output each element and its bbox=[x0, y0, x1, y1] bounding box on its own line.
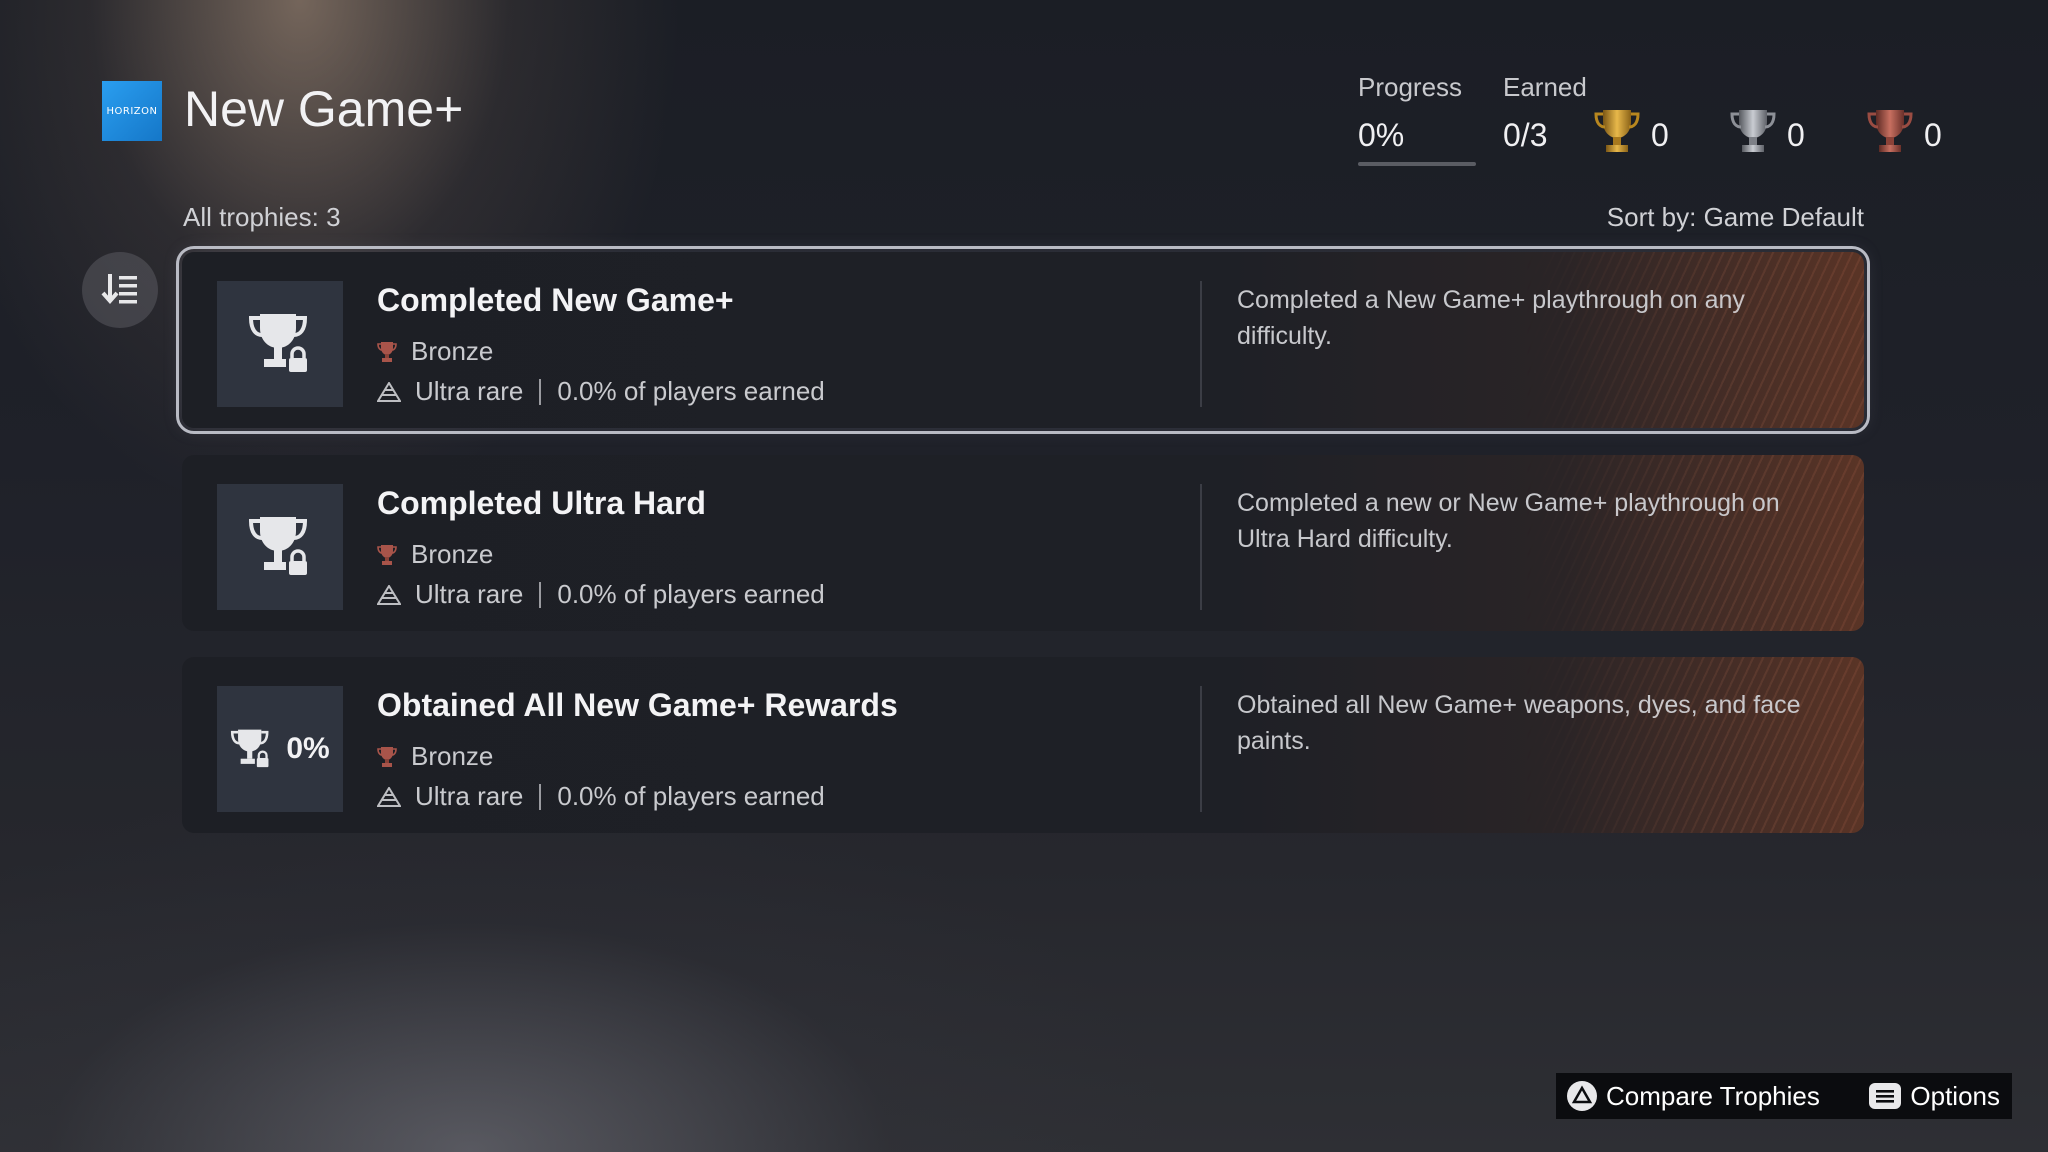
divider bbox=[1200, 281, 1202, 407]
separator bbox=[539, 783, 542, 810]
trophy-card[interactable]: 0% Obtained All New Game+ Rewards Bronze… bbox=[182, 657, 1864, 833]
options-button-icon bbox=[1869, 1083, 1902, 1109]
progress-value: 0% bbox=[1358, 117, 1405, 153]
separator bbox=[539, 581, 542, 608]
trophy-grade: Bronze bbox=[377, 741, 493, 772]
trophy-progress: 0% bbox=[286, 732, 330, 765]
progress-label: Progress bbox=[1358, 72, 1463, 102]
trophy-rarity: Ultra rare 0.0% of players earned bbox=[377, 376, 825, 407]
game-logo-text: HORIZON bbox=[106, 105, 158, 117]
trophy-grade-label: Bronze bbox=[411, 539, 494, 569]
trophy-card[interactable]: Completed Ultra Hard Bronze Ultra rare 0… bbox=[182, 455, 1864, 631]
rarity-icon bbox=[377, 584, 401, 605]
sort-button[interactable] bbox=[82, 252, 158, 328]
options-button[interactable]: Options bbox=[1868, 1081, 2000, 1112]
trophy-title: Completed Ultra Hard bbox=[377, 485, 706, 521]
bronze-trophy-icon bbox=[377, 341, 397, 362]
trophy-description: Completed a New Game+ playthrough on any… bbox=[1237, 286, 1745, 350]
earned-label: Earned bbox=[1503, 72, 1587, 102]
divider bbox=[1200, 484, 1202, 610]
bronze-trophy-icon bbox=[377, 746, 397, 767]
bronze-count: 0 bbox=[1924, 117, 1942, 153]
rarity-label: Ultra rare bbox=[415, 376, 524, 406]
triangle-button-icon bbox=[1567, 1081, 1597, 1111]
trophy-lock-icon bbox=[248, 314, 310, 374]
rarity-label: Ultra rare bbox=[415, 781, 524, 811]
trophy-title: Obtained All New Game+ Rewards bbox=[377, 687, 898, 723]
bronze-trophy-icon bbox=[377, 544, 397, 565]
divider bbox=[1200, 686, 1202, 812]
rarity-icon bbox=[377, 381, 401, 402]
options-label: Options bbox=[1910, 1080, 2000, 1111]
trophy-title: Completed New Game+ bbox=[377, 282, 734, 318]
trophy-thumbnail: 0% bbox=[217, 686, 343, 812]
trophy-thumbnail bbox=[217, 281, 343, 407]
sort-by-label[interactable]: Sort by: Game Default bbox=[1607, 202, 1864, 233]
trophy-grade: Bronze bbox=[377, 539, 493, 570]
compare-trophies-button[interactable]: Compare Trophies bbox=[1566, 1080, 1820, 1112]
trophy-lock-icon bbox=[248, 517, 310, 577]
trophy-rarity: Ultra rare 0.0% of players earned bbox=[377, 579, 825, 610]
rarity-icon bbox=[377, 786, 401, 807]
sort-icon bbox=[101, 274, 137, 305]
trophy-lock-icon bbox=[231, 729, 271, 769]
trophy-description: Obtained all New Game+ weapons, dyes, an… bbox=[1237, 691, 1801, 755]
trophy-grade: Bronze bbox=[377, 336, 493, 367]
trophy-grade-label: Bronze bbox=[411, 741, 494, 771]
trophy-grade-label: Bronze bbox=[411, 336, 494, 366]
separator bbox=[539, 378, 542, 405]
earned-value: 0/3 bbox=[1503, 117, 1548, 153]
trophy-thumbnail bbox=[217, 484, 343, 610]
all-trophies-count: All trophies: 3 bbox=[183, 202, 341, 232]
earned-percent: 0.0% of players earned bbox=[557, 579, 825, 609]
rarity-label: Ultra rare bbox=[415, 579, 524, 609]
silver-trophy-icon bbox=[1730, 110, 1776, 152]
trophy-description: Completed a new or New Game+ playthrough… bbox=[1237, 489, 1780, 553]
footer-button-bar: Compare Trophies Options bbox=[1556, 1073, 2012, 1119]
silver-count: 0 bbox=[1787, 117, 1805, 153]
gold-trophy-icon bbox=[1594, 110, 1640, 152]
earned-percent: 0.0% of players earned bbox=[557, 376, 825, 406]
trophy-rarity: Ultra rare 0.0% of players earned bbox=[377, 781, 825, 812]
compare-trophies-label: Compare Trophies bbox=[1606, 1080, 1820, 1111]
game-logo: HORIZON bbox=[102, 81, 162, 141]
gold-count: 0 bbox=[1651, 117, 1669, 153]
page-title: New Game+ bbox=[184, 81, 464, 137]
earned-percent: 0.0% of players earned bbox=[557, 781, 825, 811]
bronze-trophy-icon bbox=[1867, 110, 1913, 152]
progress-bar bbox=[1358, 162, 1476, 166]
trophy-card[interactable]: Completed New Game+ Bronze Ultra rare 0.… bbox=[176, 246, 1870, 434]
